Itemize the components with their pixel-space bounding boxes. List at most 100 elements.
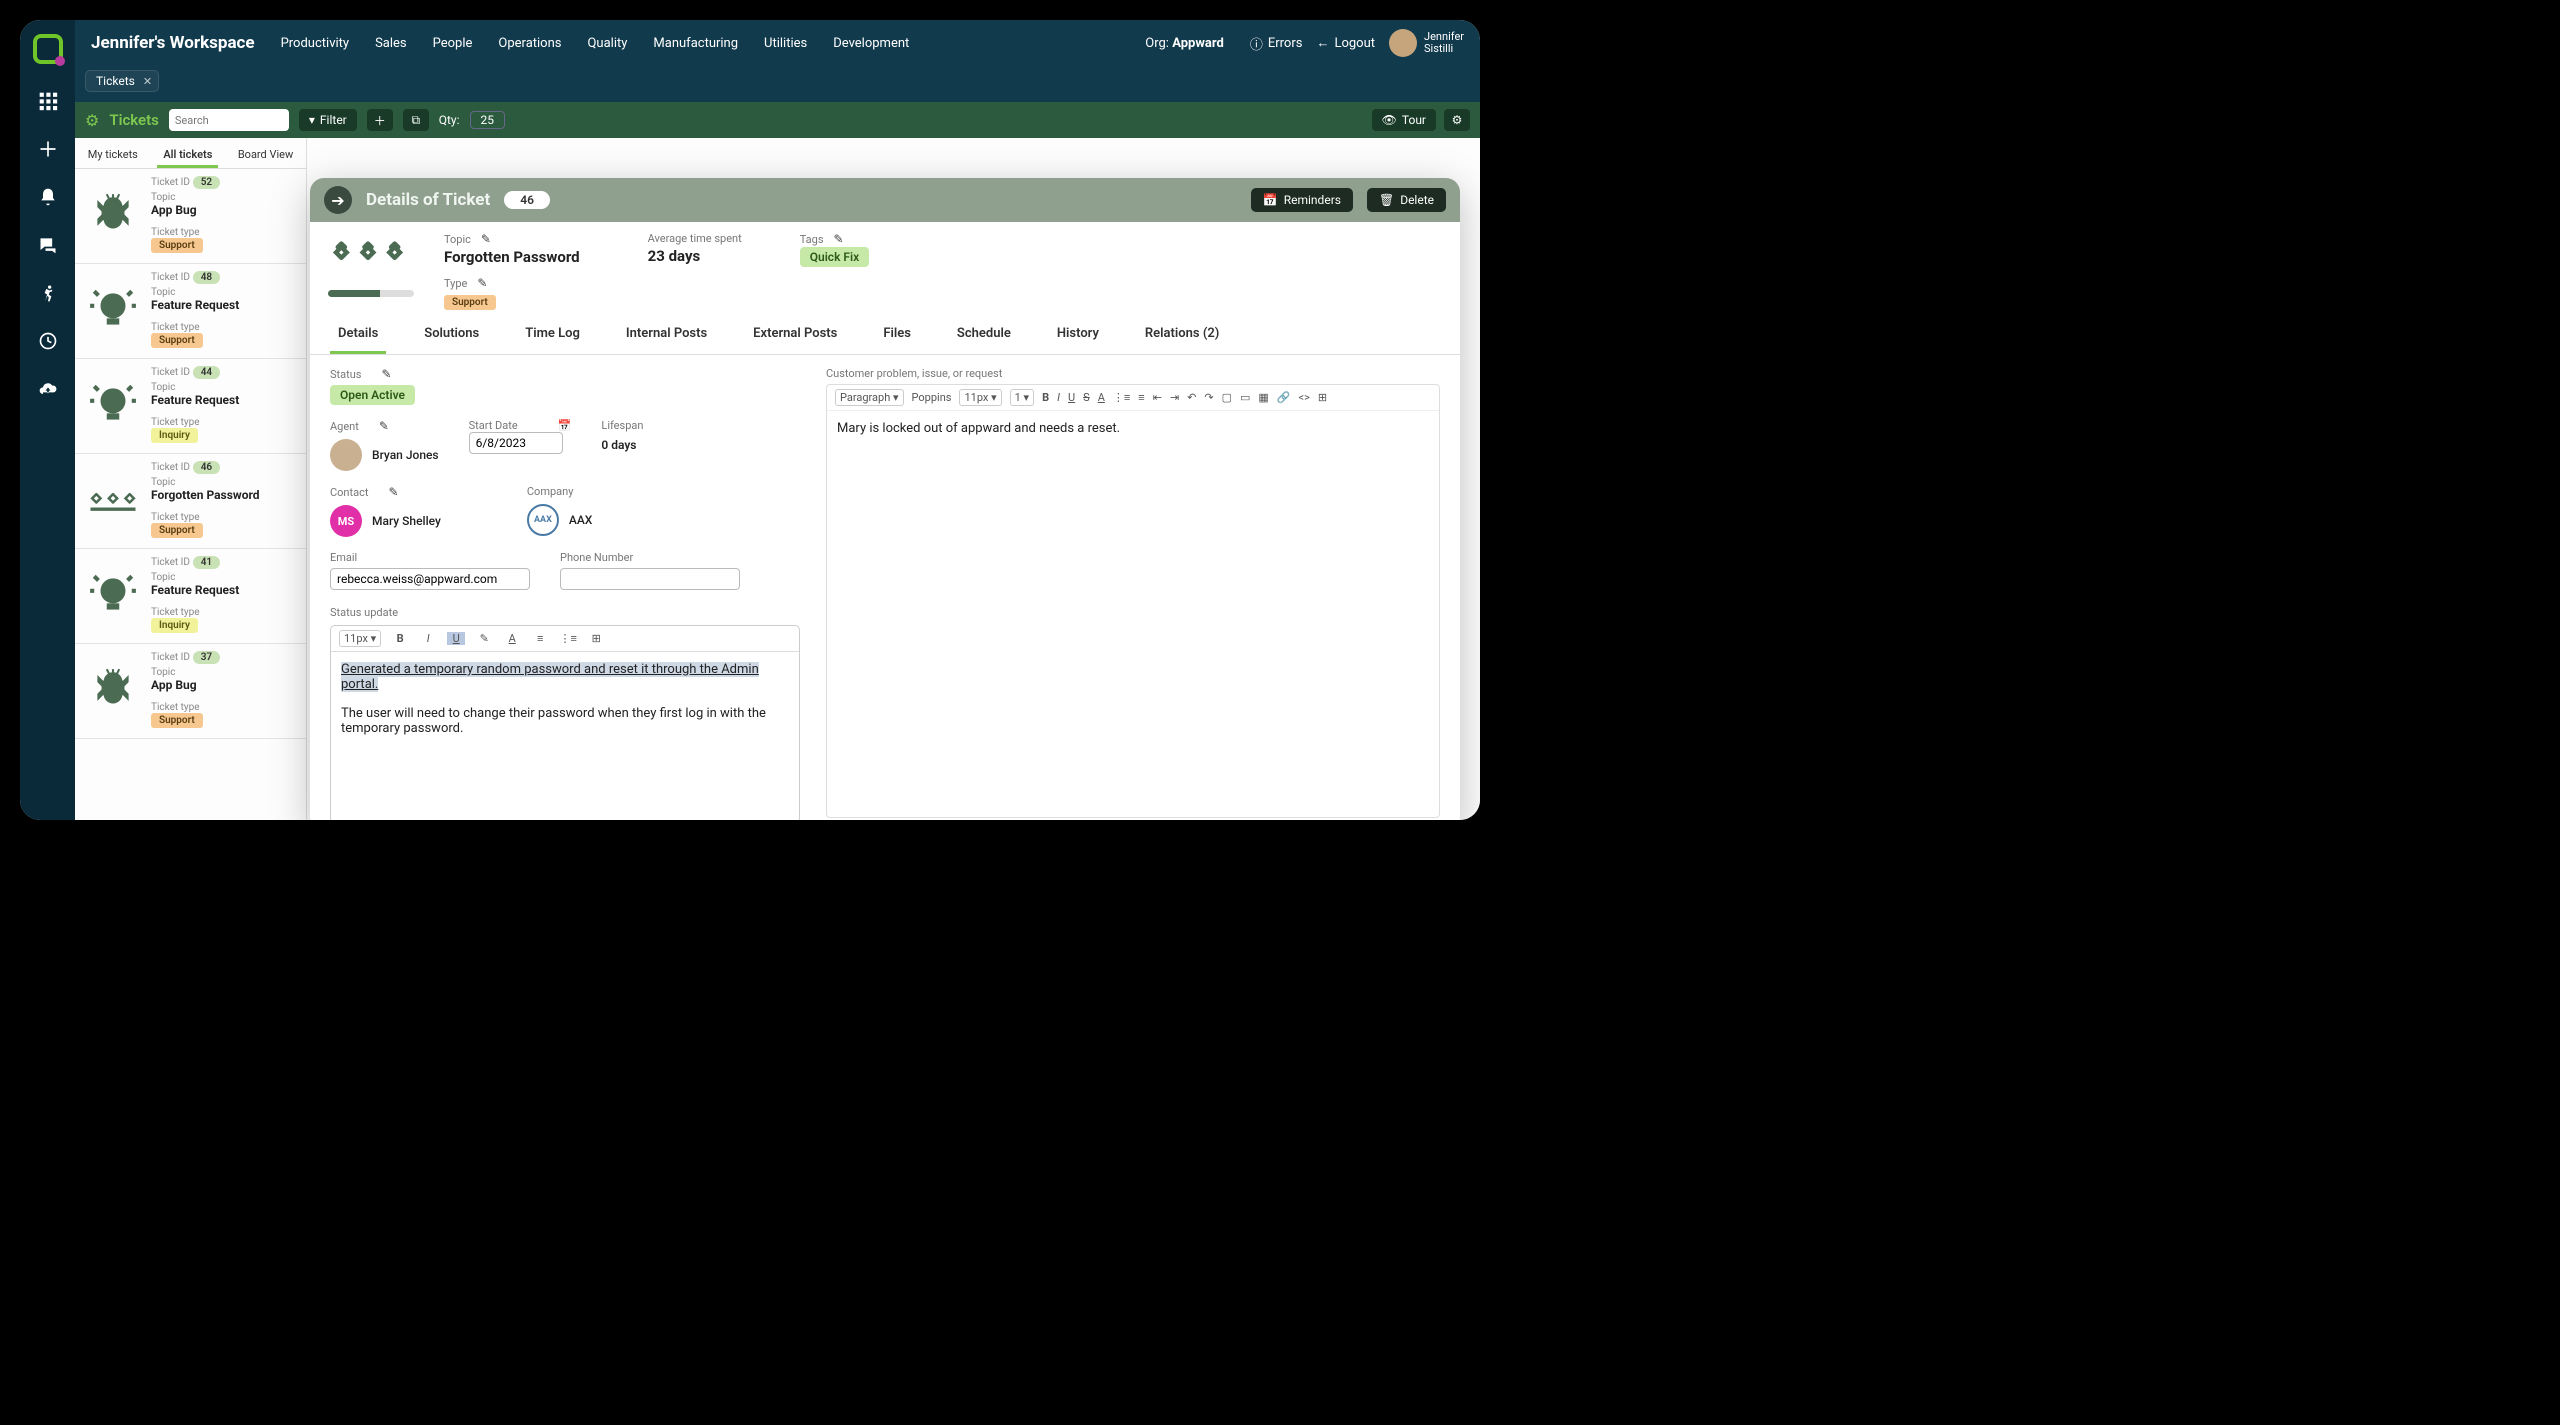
code-button[interactable]: <> <box>1299 391 1310 404</box>
nav-utilities[interactable]: Utilities <box>764 36 807 51</box>
ul-button[interactable]: ⋮≡ <box>1113 391 1130 404</box>
video-button[interactable]: ▭ <box>1240 391 1250 404</box>
nav-sales[interactable]: Sales <box>375 36 407 51</box>
insert-button[interactable]: ⊞ <box>587 632 605 645</box>
nav-people[interactable]: People <box>433 36 473 51</box>
image-button[interactable]: ▢ <box>1222 391 1232 404</box>
tab-my-tickets[interactable]: My tickets <box>82 144 144 168</box>
ptab-files[interactable]: Files <box>875 320 919 354</box>
edit-agent-icon[interactable]: ✎ <box>379 419 389 433</box>
run-icon[interactable] <box>37 282 59 304</box>
tab-board-view[interactable]: Board View <box>232 144 299 168</box>
bold-button[interactable]: B <box>1042 391 1049 404</box>
ticket-icon <box>83 460 143 540</box>
edit-button[interactable]: ✎ <box>475 632 493 645</box>
close-tab-icon[interactable]: ✕ <box>143 75 152 88</box>
description-editor[interactable]: Paragraph ▾ Poppins 11px ▾ 1 ▾ B I U S A… <box>826 384 1440 818</box>
user-menu[interactable]: JenniferSistilli <box>1389 29 1464 57</box>
strike-button[interactable]: S <box>1083 391 1090 404</box>
add-button[interactable]: ＋ <box>367 109 393 131</box>
ptab-timelog[interactable]: Time Log <box>517 320 588 354</box>
clock-icon[interactable] <box>37 330 59 352</box>
ptab-solutions[interactable]: Solutions <box>416 320 487 354</box>
nav-quality[interactable]: Quality <box>587 36 627 51</box>
nav-productivity[interactable]: Productivity <box>281 36 349 51</box>
email-input[interactable] <box>330 568 530 590</box>
underline-button[interactable]: U <box>447 632 465 645</box>
edit-type-icon[interactable]: ✎ <box>477 276 487 290</box>
ptab-history[interactable]: History <box>1049 320 1107 354</box>
user-avatar <box>1389 29 1417 57</box>
phone-input[interactable] <box>560 568 740 590</box>
ticket-item[interactable]: Ticket ID 46 Topic Forgotten Password Ti… <box>75 454 306 549</box>
ptab-details[interactable]: Details <box>330 320 386 354</box>
bold-button[interactable]: B <box>391 632 409 645</box>
edit-tags-icon[interactable]: ✎ <box>834 232 844 246</box>
outdent-button[interactable]: ⇤ <box>1153 391 1162 404</box>
status-update-editor[interactable]: 11px ▾ B I U ✎ A ≡ ⋮≡ ⊞ Generated a temp… <box>330 625 800 820</box>
errors-button[interactable]: ⓘErrors <box>1250 34 1303 53</box>
italic-button[interactable]: I <box>1057 391 1060 404</box>
reminders-button[interactable]: 📅Reminders <box>1251 188 1353 212</box>
ticket-item[interactable]: Ticket ID 44 Topic Feature Request Ticke… <box>75 359 306 454</box>
search-input[interactable] <box>169 109 289 131</box>
plus-icon[interactable] <box>37 138 59 160</box>
ptab-relations[interactable]: Relations (2) <box>1137 320 1227 354</box>
edit-topic-icon[interactable]: ✎ <box>481 232 491 246</box>
panel-back-button[interactable]: ➔ <box>324 186 352 214</box>
calendar-icon[interactable]: 📅 <box>558 419 572 432</box>
ticket-item[interactable]: Ticket ID 37 Topic App Bug Ticket type S… <box>75 644 306 739</box>
cloud-icon[interactable] <box>37 378 59 400</box>
textcolor-button[interactable]: A <box>1098 391 1105 404</box>
gear-icon[interactable]: ⚙ <box>85 111 99 130</box>
ticket-item[interactable]: Ticket ID 41 Topic Feature Request Ticke… <box>75 549 306 644</box>
link-button[interactable]: 🔗 <box>1277 391 1291 404</box>
qty-value[interactable]: 25 <box>470 111 506 129</box>
align-button[interactable]: ≡ <box>1138 391 1144 404</box>
align-button[interactable]: ≡ <box>531 632 549 645</box>
company-avatar: AAX <box>527 504 559 536</box>
expand-button[interactable]: ⊞ <box>1318 391 1327 404</box>
ptab-internal[interactable]: Internal Posts <box>618 320 715 354</box>
copy-button[interactable]: ⧉ <box>403 109 429 131</box>
workspace-tabs: Tickets✕ <box>75 66 1480 102</box>
filter-button[interactable]: ▾Filter <box>299 109 357 131</box>
ptab-external[interactable]: External Posts <box>745 320 845 354</box>
color-button[interactable]: A <box>503 632 521 645</box>
ptab-schedule[interactable]: Schedule <box>949 320 1019 354</box>
table-button[interactable]: ▦ <box>1258 391 1268 404</box>
list-button[interactable]: ⋮≡ <box>559 632 577 645</box>
progress-bar <box>328 290 414 297</box>
apps-icon[interactable] <box>37 90 59 112</box>
redo-button[interactable]: ↷ <box>1204 391 1213 404</box>
italic-button[interactable]: I <box>419 632 437 645</box>
undo-button[interactable]: ↶ <box>1187 391 1196 404</box>
font-select[interactable]: Poppins <box>912 391 952 404</box>
edit-contact-icon[interactable]: ✎ <box>388 485 398 499</box>
size-select[interactable]: 11px ▾ <box>959 389 1001 406</box>
ticket-item[interactable]: Ticket ID 52 Topic App Bug Ticket type S… <box>75 169 306 264</box>
type-badge: Support <box>444 295 496 310</box>
nav-operations[interactable]: Operations <box>498 36 561 51</box>
ticket-icon <box>83 650 143 730</box>
font-size-select[interactable]: 11px ▾ <box>339 630 381 647</box>
settings-button[interactable]: ⚙ <box>1444 109 1470 131</box>
underline-button[interactable]: U <box>1068 391 1075 404</box>
chat-icon[interactable] <box>37 234 59 256</box>
tour-button[interactable]: 👁Tour <box>1372 109 1436 131</box>
start-date-input[interactable] <box>469 432 563 454</box>
nav-manufacturing[interactable]: Manufacturing <box>653 36 738 51</box>
para-select[interactable]: Paragraph ▾ <box>835 389 904 406</box>
calendar-icon: 📅 <box>1263 193 1278 207</box>
nav-development[interactable]: Development <box>833 36 909 51</box>
lineheight-select[interactable]: 1 ▾ <box>1010 389 1034 406</box>
tab-all-tickets[interactable]: All tickets <box>157 144 218 168</box>
bell-icon[interactable] <box>37 186 59 208</box>
indent-button[interactable]: ⇥ <box>1170 391 1179 404</box>
delete-button[interactable]: 🗑Delete <box>1367 188 1446 212</box>
logout-button[interactable]: ←Logout <box>1316 35 1375 51</box>
ticket-item[interactable]: Ticket ID 48 Topic Feature Request Ticke… <box>75 264 306 359</box>
tab-tickets[interactable]: Tickets✕ <box>85 70 159 92</box>
description-text[interactable]: Mary is locked out of appward and needs … <box>827 411 1439 817</box>
edit-status-icon[interactable]: ✎ <box>381 367 391 381</box>
